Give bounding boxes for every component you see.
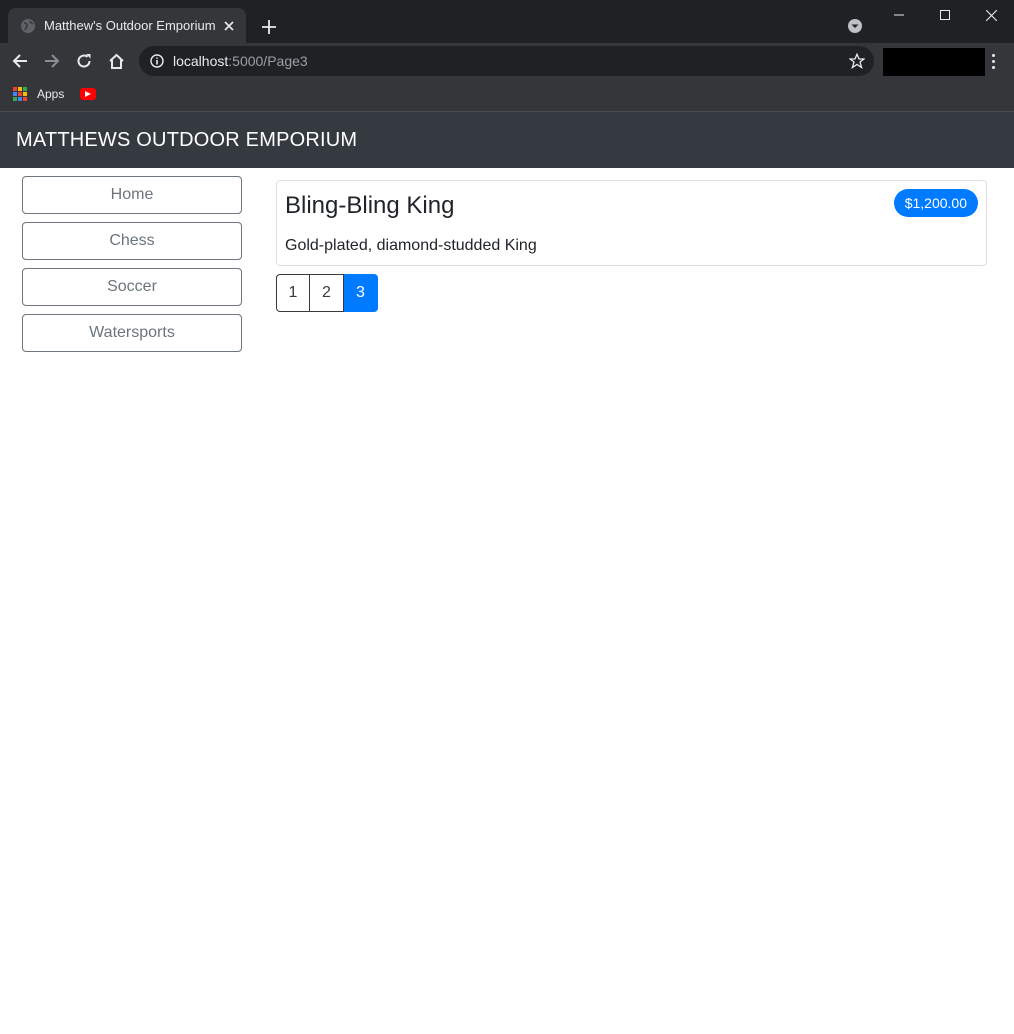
- product-card: Bling-Bling King $1,200.00 Gold-plated, …: [276, 180, 987, 266]
- bookmark-apps-label: Apps: [37, 87, 65, 101]
- category-button-chess[interactable]: Chess: [22, 222, 242, 260]
- window-close-icon[interactable]: [968, 0, 1014, 30]
- tab-strip: Matthew's Outdoor Emporium: [0, 0, 1014, 43]
- youtube-icon[interactable]: [80, 88, 96, 100]
- close-tab-icon[interactable]: [216, 13, 242, 39]
- new-tab-icon[interactable]: [256, 14, 282, 40]
- page-button-1[interactable]: 1: [276, 274, 310, 312]
- category-button-soccer[interactable]: Soccer: [22, 268, 242, 306]
- home-icon[interactable]: [102, 47, 130, 75]
- brand-title[interactable]: MATTHEWS OUTDOOR EMPORIUM: [16, 129, 357, 152]
- apps-grid-icon: [13, 87, 27, 101]
- url-path: :5000/Page3: [228, 53, 308, 69]
- address-bar[interactable]: localhost :5000/Page3: [139, 46, 874, 76]
- category-button-home[interactable]: Home: [22, 176, 242, 214]
- bookmarks-bar: Apps: [0, 79, 1014, 112]
- browser-toolbar: localhost :5000/Page3: [0, 43, 1014, 79]
- browser-tab[interactable]: Matthew's Outdoor Emporium: [8, 8, 246, 43]
- tab-title: Matthew's Outdoor Emporium: [44, 18, 216, 33]
- price-badge: $1,200.00: [893, 189, 978, 217]
- info-icon[interactable]: [149, 53, 165, 69]
- profile-area[interactable]: [883, 48, 985, 76]
- browser-chrome: Matthew's Outdoor Emporium localhost:50…: [0, 0, 1014, 112]
- forward-arrow-icon[interactable]: [38, 47, 66, 75]
- maximize-icon[interactable]: [922, 0, 968, 30]
- bookmark-star-icon[interactable]: [848, 52, 866, 70]
- back-arrow-icon[interactable]: [6, 47, 34, 75]
- tab-search-icon[interactable]: [845, 16, 865, 36]
- product-name: Bling-Bling King: [285, 192, 455, 219]
- pagination: 1 2 3: [276, 274, 987, 312]
- product-list: Bling-Bling King $1,200.00 Gold-plated, …: [276, 180, 987, 312]
- globe-icon: [20, 18, 36, 34]
- category-sidebar: Home Chess Soccer Watersports: [22, 176, 242, 360]
- url-host: localhost: [173, 53, 229, 69]
- page-button-3-active[interactable]: 3: [344, 274, 378, 312]
- browser-menu-icon[interactable]: [986, 49, 1000, 73]
- minimize-icon[interactable]: [876, 0, 922, 30]
- bookmark-apps[interactable]: Apps: [13, 87, 64, 101]
- reload-icon[interactable]: [70, 47, 98, 75]
- product-description: Gold-plated, diamond-studded King: [285, 237, 537, 254]
- page-button-2[interactable]: 2: [310, 274, 344, 312]
- category-button-watersports[interactable]: Watersports: [22, 314, 242, 352]
- site-header: MATTHEWS OUTDOOR EMPORIUM: [0, 112, 1014, 168]
